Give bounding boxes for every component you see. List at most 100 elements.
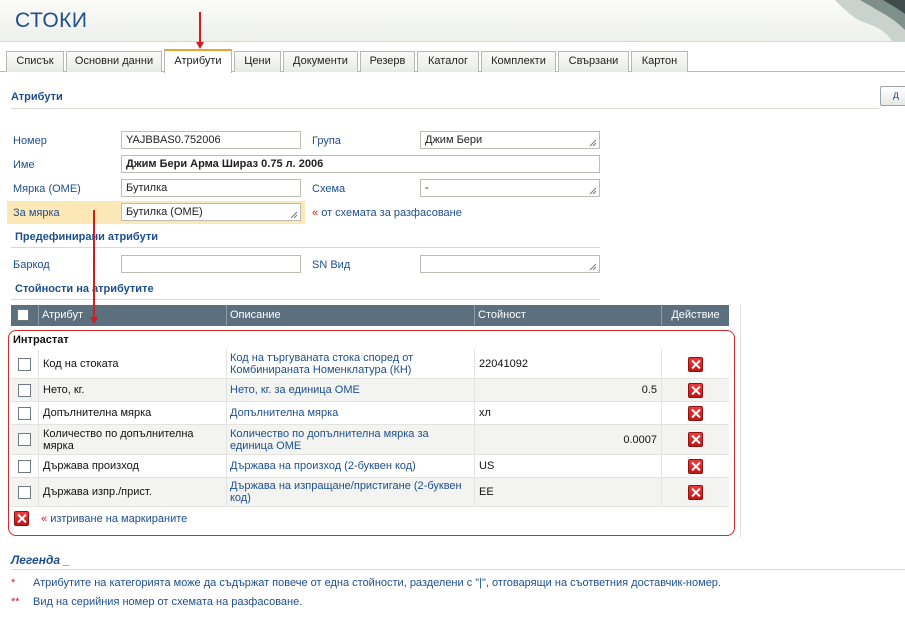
tab-reserve[interactable]: Резерв [360, 51, 415, 72]
tab-documents[interactable]: Документи [283, 51, 358, 72]
for-unit-field[interactable]: Бутилка (ОМЕ) [121, 203, 301, 221]
action-cell [662, 350, 729, 378]
delete-marked-link[interactable]: « изтриване на маркираните [41, 513, 187, 525]
attribute-value: 0.0007 [623, 433, 657, 446]
attribute-description: Държава на произход (2-буквен код) [230, 460, 416, 472]
legend-item: * Атрибутите на категорията може да съдър… [11, 577, 721, 589]
unit-label: Мярка (ОМЕ) [13, 183, 81, 195]
legend-divider [11, 569, 905, 570]
group-value: Джим Бери [425, 134, 483, 146]
resize-grip-icon[interactable] [589, 263, 597, 271]
description-cell: Код на търгуваната стока според от Комби… [227, 350, 475, 378]
section-divider [11, 247, 600, 248]
value-cell[interactable]: EE [475, 478, 662, 506]
scheme-label: Схема [312, 183, 346, 195]
name-field[interactable]: Джим Бери Арма Шираз 0.75 л. 2006 [121, 155, 600, 173]
row-checkbox[interactable] [18, 433, 31, 446]
legend-title-text: Легенда [11, 553, 61, 567]
resize-grip-icon[interactable] [589, 187, 597, 195]
app-header: СТОКИ [0, 0, 905, 42]
attribute-cell: Код на стоката [39, 350, 227, 378]
delete-icon[interactable] [688, 432, 703, 447]
tab-bar: Списък Основни данни Атрибути Цени Докум… [0, 42, 905, 73]
group-field[interactable]: Джим Бери [420, 131, 600, 149]
value-cell[interactable]: 22041092 [475, 350, 662, 378]
value-cell[interactable]: US [475, 455, 662, 477]
table-row: Държава изпр./прист. Държава на изпращане… [11, 478, 729, 507]
tab-list[interactable]: Списък [6, 51, 64, 72]
col-value[interactable]: Стойност [475, 305, 662, 326]
attribute-name: Код на стоката [43, 358, 119, 370]
attribute-description: Нето, кг. за единица ОМЕ [230, 384, 360, 396]
scheme-value: - [425, 182, 429, 194]
attribute-cell: Държава изпр./прист. [39, 478, 227, 506]
resize-grip-icon[interactable] [290, 211, 298, 219]
col-attribute[interactable]: Атрибут [39, 305, 227, 326]
attribute-name: Допълнителна мярка [43, 407, 152, 419]
row-checkbox[interactable] [18, 406, 31, 420]
action-cell [662, 455, 729, 477]
annotation-arrowhead-icon [90, 317, 98, 324]
col-description[interactable]: Описание [227, 305, 475, 326]
attribute-value: хл [479, 407, 491, 419]
delete-icon[interactable] [688, 484, 703, 500]
scheme-field[interactable]: - [420, 179, 600, 197]
col-action: Действие [671, 309, 720, 321]
barcode-field[interactable] [121, 255, 301, 273]
table-row: Код на стоката Код на търгуваната стока с… [11, 350, 729, 379]
delete-icon[interactable] [688, 382, 703, 398]
tab-related[interactable]: Свързани [558, 51, 629, 72]
row-select-cell [11, 402, 39, 424]
header-select-cell [11, 305, 39, 326]
table-row: Допълнителна мярка Допълнителна мярка хл [11, 402, 729, 425]
tab-catalog[interactable]: Каталог [417, 51, 479, 72]
section-title-attributes: Атрибути [11, 91, 63, 103]
annotation-arrow-tab [199, 12, 201, 44]
description-cell: Държава на произход (2-буквен код) [227, 455, 475, 477]
delete-icon[interactable] [688, 356, 703, 372]
row-checkbox[interactable] [18, 357, 31, 371]
corner-button[interactable]: д [880, 86, 905, 106]
from-scheme-link-text: от схемата за разфасоване [321, 207, 462, 219]
name-label: Име [13, 159, 35, 171]
attribute-name: Държава произход [43, 460, 139, 472]
select-all-checkbox[interactable] [17, 309, 29, 321]
attribute-cell: Допълнителна мярка [39, 402, 227, 424]
delete-marked-icon[interactable] [14, 511, 29, 526]
number-field[interactable]: YAJBBAS0.752006 [121, 131, 301, 149]
tab-main-data[interactable]: Основни данни [66, 51, 162, 72]
delete-icon[interactable] [688, 405, 703, 421]
delete-icon[interactable] [688, 458, 703, 474]
attribute-description: Код на търгуваната стока според от Комби… [230, 352, 414, 376]
unit-field[interactable]: Бутилка [121, 179, 301, 197]
resize-grip-icon[interactable] [589, 139, 597, 147]
row-checkbox[interactable] [18, 485, 31, 499]
value-cell[interactable]: 0.0007 [475, 425, 662, 454]
row-select-cell [11, 425, 39, 454]
tab-attributes[interactable]: Атрибути [164, 49, 232, 73]
link-arrow-icon: « [41, 513, 48, 525]
attribute-description: Количество по допълнителна мярка за един… [230, 427, 429, 452]
legend-text: Вид на серийния номер от схемата на разф… [33, 596, 303, 608]
barcode-label: Баркод [13, 259, 50, 271]
section-divider [11, 108, 879, 109]
legend-marker: * [11, 577, 16, 589]
table-row: Количество по допълнителна мярка Количест… [11, 425, 729, 455]
row-checkbox[interactable] [18, 383, 31, 397]
legend-marker: ** [11, 596, 20, 608]
tab-card[interactable]: Картон [631, 51, 688, 72]
value-cell[interactable]: хл [475, 402, 662, 424]
tab-prices[interactable]: Цени [234, 51, 281, 72]
for-unit-value: Бутилка (ОМЕ) [126, 206, 203, 218]
action-cell [662, 425, 729, 454]
value-cell[interactable]: 0.5 [475, 379, 662, 401]
sn-field[interactable] [420, 255, 600, 273]
section-divider [11, 299, 600, 300]
description-cell: Количество по допълнителна мярка за един… [227, 425, 475, 454]
tab-kits[interactable]: Комплекти [481, 51, 556, 72]
attribute-description: Допълнителна мярка [230, 407, 339, 419]
row-checkbox[interactable] [18, 459, 31, 473]
from-scheme-link[interactable]: « от схемата за разфасоване [312, 207, 462, 219]
description-cell: Държава на изпращане/пристигане (2-букве… [227, 478, 475, 506]
sn-label: SN Вид [312, 259, 351, 271]
